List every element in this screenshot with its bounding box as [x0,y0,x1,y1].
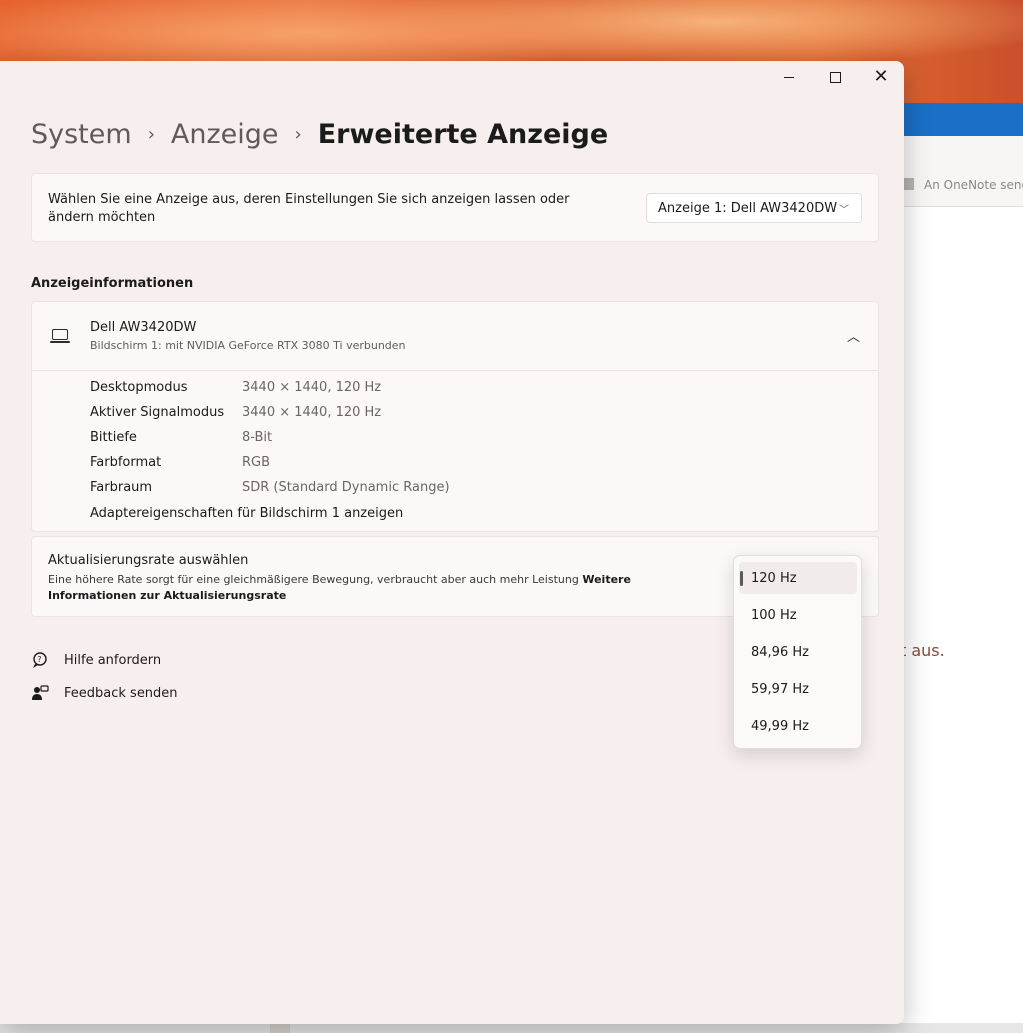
info-value: RGB [242,455,271,470]
display-info-rows: Desktopmodus 3440 × 1440, 120 Hz Aktiver… [90,380,450,505]
background-window-text: t aus. [900,641,945,660]
window-controls: ✕ [766,61,904,93]
maximize-icon [829,71,841,83]
laptop-icon [52,329,68,340]
refresh-rate-option-label: 49,99 Hz [751,718,809,734]
refresh-rate-option[interactable]: 120 Hz [739,562,857,594]
breadcrumb-anzeige[interactable]: Anzeige [171,119,279,150]
display-dropdown[interactable]: Anzeige 1: Dell AW3420DW ﹀ [646,193,862,223]
chevron-down-icon: ﹀ [839,205,849,216]
refresh-rate-option-label: 100 Hz [751,607,797,623]
chevron-up-icon[interactable]: ︿ [847,326,860,345]
background-window: An OneNote send t aus. [890,103,1023,1033]
display-select-description: Wählen Sie eine Anzeige aus, deren Einst… [48,192,570,225]
breadcrumb-system[interactable]: System [31,119,132,150]
refresh-rate-title: Aktualisierungsrate auswählen [48,553,249,568]
monitor-name: Dell AW3420DW [90,320,197,335]
info-value: 3440 × 1440, 120 Hz [242,405,382,420]
refresh-rate-description: Eine höhere Rate sorgt für eine gleichmä… [48,572,718,604]
refresh-rate-flyout: 120 Hz 100 Hz 84,96 Hz 59,97 Hz 49,99 Hz [733,555,862,749]
info-row: Bittiefe 8-Bit [90,430,450,455]
close-button[interactable]: ✕ [858,61,904,93]
info-row: Farbformat RGB [90,455,450,480]
display-select-card: Wählen Sie eine Anzeige aus, deren Einst… [31,173,879,242]
info-row: Desktopmodus 3440 × 1440, 120 Hz [90,380,450,405]
info-label: Aktiver Signalmodus [90,405,225,420]
section-title-display-info: Anzeigeinformationen [31,276,194,291]
refresh-rate-option-label: 84,96 Hz [751,644,809,660]
refresh-rate-option[interactable]: 100 Hz [739,599,857,631]
breadcrumb-separator-icon: › [147,124,155,145]
refresh-rate-option[interactable]: 49,99 Hz [739,710,857,742]
minimize-button[interactable] [766,61,812,93]
monitor-subtitle: Bildschirm 1: mit NVIDIA GeForce RTX 308… [90,339,406,352]
feedback-link[interactable]: Feedback senden [31,684,178,702]
display-dropdown-value: Anzeige 1: Dell AW3420DW [658,200,838,216]
refresh-rate-option[interactable]: 59,97 Hz [739,673,857,705]
taskbar [0,1023,1023,1033]
info-row: Farbraum SDR (Standard Dynamic Range) [90,480,450,505]
breadcrumb: System › Anzeige › Erweiterte Anzeige [31,119,608,150]
background-window-ribbon: An OneNote send [890,136,1023,207]
info-label: Farbraum [90,480,153,495]
display-info-card: Dell AW3420DW Bildschirm 1: mit NVIDIA G… [31,301,879,532]
info-value: SDR (Standard Dynamic Range) [242,480,450,495]
info-row: Aktiver Signalmodus 3440 × 1440, 120 Hz [90,405,450,430]
selection-indicator [740,571,743,586]
help-link[interactable]: ? Hilfe anfordern [31,651,161,669]
feedback-icon [31,684,49,702]
page-title: Erweiterte Anzeige [317,119,609,150]
close-icon: ✕ [873,66,889,87]
info-value: 8-Bit [242,430,273,445]
minimize-icon [784,76,794,78]
taskbar-segment [270,1023,290,1033]
info-label: Desktopmodus [90,380,188,395]
onenote-icon [904,178,914,190]
background-window-titlebar [890,103,1023,136]
maximize-button[interactable] [812,61,858,93]
breadcrumb-separator-icon: › [294,124,302,145]
feedback-link-label: Feedback senden [64,685,178,701]
display-info-header[interactable]: Dell AW3420DW Bildschirm 1: mit NVIDIA G… [32,302,878,371]
refresh-rate-description-text: Eine höhere Rate sorgt für eine gleichmä… [48,573,579,586]
info-value: 3440 × 1440, 120 Hz [242,380,382,395]
refresh-rate-option-label: 59,97 Hz [751,681,809,697]
info-label: Farbformat [90,455,162,470]
help-icon: ? [31,651,49,669]
onenote-banner: An OneNote send [924,178,1023,192]
refresh-rate-option-label: 120 Hz [751,570,797,586]
settings-window: ✕ System › Anzeige › Erweiterte Anzeige … [0,61,904,1024]
info-label: Bittiefe [90,430,137,445]
adapter-properties-link[interactable]: Adaptereigenschaften für Bildschirm 1 an… [90,506,403,521]
laptop-icon-base [50,341,70,343]
svg-text:?: ? [37,655,41,664]
refresh-rate-option[interactable]: 84,96 Hz [739,636,857,668]
help-link-label: Hilfe anfordern [64,652,162,668]
